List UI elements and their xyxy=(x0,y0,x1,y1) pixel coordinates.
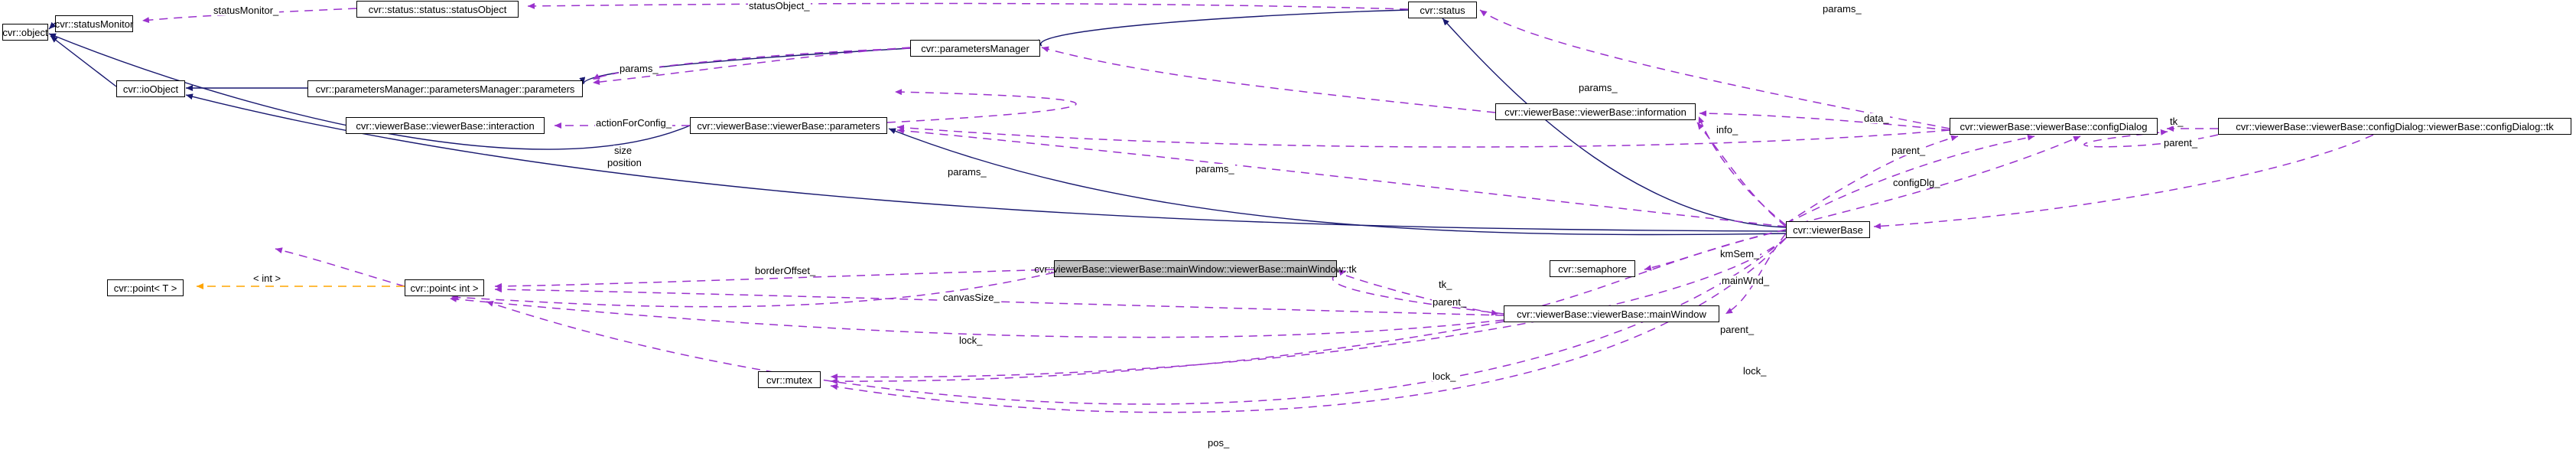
edge-label-parent_main: parent_ xyxy=(1432,296,1468,308)
edge-label-params_e: params_ xyxy=(1195,163,1235,175)
class-node-status[interactable]: cvr::status xyxy=(1408,2,1477,18)
class-node-pointInt[interactable]: cvr::point< int > xyxy=(405,279,484,296)
diagram-edge-layer xyxy=(48,2,2387,413)
edge-label-int_tmpl: < int > xyxy=(252,273,282,284)
edge-label-borderOffset_: borderOffset_ xyxy=(754,265,817,276)
usage-edges xyxy=(141,2,2387,413)
class-node-information[interactable]: cvr::viewerBase::viewerBase::information xyxy=(1495,103,1696,120)
class-node-parametersManager[interactable]: cvr::parametersManager xyxy=(910,40,1040,57)
edge-label-statusMonitor_: statusMonitor_ xyxy=(213,5,280,16)
class-node-mainWindowTk[interactable]: cvr::viewerBase::viewerBase::mainWindow:… xyxy=(1034,260,1357,277)
edge-label-params_a: params_ xyxy=(619,63,659,74)
class-node-viewerBase[interactable]: cvr::viewerBase xyxy=(1786,221,1870,238)
edge-label-lock_b: lock_ xyxy=(1432,370,1457,382)
edge-label-statusObject_: statusObject_ xyxy=(748,0,811,11)
collaboration-diagram: cvr::object cvr::statusMonitor cvr::status… xyxy=(0,0,2576,457)
edge-label-lock_a: lock_ xyxy=(958,335,984,346)
edge-label-actionForConfig: actionForConfig_ xyxy=(595,117,672,129)
edge-label-params_d: params_ xyxy=(947,166,987,178)
edge-label-tk_main: tk_ xyxy=(1438,279,1453,290)
edge-label-parent_cfg: parent_ xyxy=(1891,145,1927,156)
class-node-configDialog[interactable]: cvr::viewerBase::viewerBase::configDialo… xyxy=(1950,118,2158,135)
edge-label-size: size xyxy=(613,145,633,156)
class-node-semaphore[interactable]: cvr::semaphore xyxy=(1550,260,1635,277)
class-node-ioObject[interactable]: cvr::ioObject xyxy=(116,80,185,97)
class-node-object[interactable]: cvr::object xyxy=(2,24,48,41)
class-node-pmParameters[interactable]: cvr::parametersManager::parametersManage… xyxy=(307,80,583,97)
class-node-statusObject[interactable]: cvr::status::status::statusObject xyxy=(356,1,519,18)
edge-label-canvasSize_: canvasSize_ xyxy=(942,292,1000,303)
class-node-statusMonitor[interactable]: cvr::statusMonitor xyxy=(55,15,133,32)
class-node-interaction[interactable]: cvr::viewerBase::viewerBase::interaction xyxy=(346,117,545,134)
edge-label-parent_mw: parent_ xyxy=(1719,324,1755,335)
edge-label-position: position xyxy=(607,157,642,168)
edge-label-data_: data_ xyxy=(1863,113,1890,124)
class-node-mainWindow[interactable]: cvr::viewerBase::viewerBase::mainWindow xyxy=(1504,305,1719,322)
class-node-vbParameters[interactable]: cvr::viewerBase::viewerBase::parameters xyxy=(690,117,887,134)
edge-label-tk_right: tk_ xyxy=(2169,116,2184,127)
edge-label-lock_c: lock_ xyxy=(1742,365,1768,377)
edge-label-pos_: pos_ xyxy=(1207,437,1231,449)
class-node-pointT[interactable]: cvr::point< T > xyxy=(107,279,184,296)
edge-label-configDlg_: configDlg_ xyxy=(1892,177,1941,188)
edge-label-kmSem_: kmSem_ xyxy=(1719,248,1761,260)
edge-label-mainWnd_: mainWnd_ xyxy=(1721,275,1771,286)
edge-label-params_c: params_ xyxy=(1578,82,1618,93)
edge-label-params_b: params_ xyxy=(1822,3,1862,15)
class-node-mutex[interactable]: cvr::mutex xyxy=(758,371,821,388)
edge-label-parent_right: parent_ xyxy=(2163,137,2199,149)
class-node-configDialogTk[interactable]: cvr::viewerBase::viewerBase::configDialo… xyxy=(2218,118,2571,135)
edge-label-info_: info_ xyxy=(1716,124,1739,135)
